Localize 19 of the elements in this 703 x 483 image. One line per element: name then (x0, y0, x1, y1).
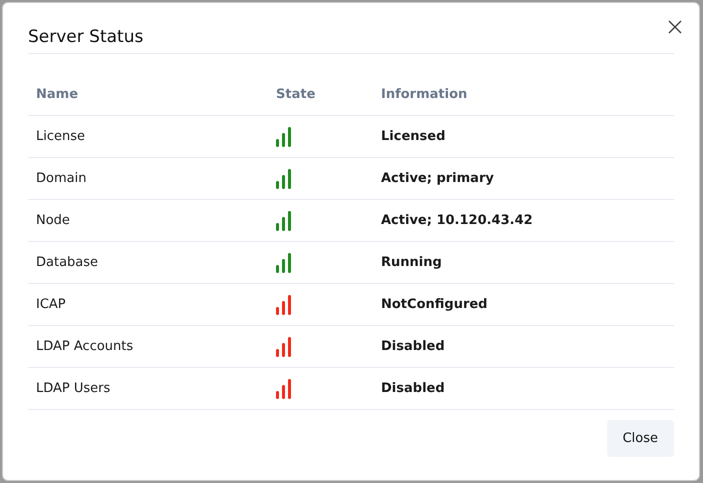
table-cell-text: Running (381, 255, 443, 270)
table-cell-text: Domain (36, 171, 88, 186)
table-cell-text: Disabled (381, 339, 446, 354)
table-cell-text: ICAP (36, 297, 67, 312)
table-cell-text: LDAP Accounts (36, 339, 134, 354)
table-cell-text: LDAP Users (36, 381, 112, 396)
table-cell-text: License (36, 129, 86, 144)
column-header: State (276, 87, 316, 102)
table-cell-text: Database (36, 255, 100, 270)
table-cell-text: Active; 10.120.43.42 (381, 213, 534, 228)
dialog-title: Server Status (28, 27, 144, 47)
table-cell-text: Disabled (381, 381, 446, 396)
table-cell-text: Active; primary (381, 171, 495, 186)
table-cell-text: Licensed (381, 129, 446, 144)
close-button[interactable]: Close (606, 420, 674, 457)
column-header: Name (36, 87, 80, 102)
table-cell-text: Node (36, 213, 71, 228)
table-cell-text: NotConfigured (381, 297, 488, 312)
column-header: Information (381, 87, 468, 102)
